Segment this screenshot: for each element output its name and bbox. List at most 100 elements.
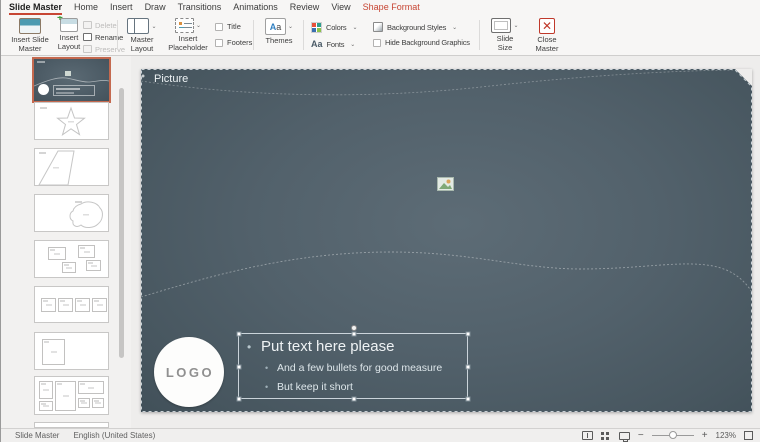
zoom-in-button[interactable]: + xyxy=(702,431,708,441)
delete-icon xyxy=(83,21,92,29)
themes-button[interactable]: Aa ⌄ Themes xyxy=(259,18,299,46)
bullet-line-1[interactable]: • Put text here please xyxy=(247,337,394,357)
bullet-icon: • xyxy=(265,361,277,375)
chevron-down-icon: ⌄ xyxy=(452,24,457,31)
ribbon: Insert Slide Master Insert Layout Delete… xyxy=(1,16,760,56)
zoom-out-button[interactable]: − xyxy=(638,431,644,441)
text-placeholder[interactable]: • Put text here please • And a few bulle… xyxy=(238,333,468,399)
tab-view[interactable]: View xyxy=(331,0,350,16)
insert-placeholder-button[interactable]: ⌄ Insert Placeholder xyxy=(164,18,212,52)
slide-thumbnail-four-boxes-layout[interactable] xyxy=(34,240,109,278)
resize-handle-middle-left[interactable] xyxy=(237,365,242,370)
fit-to-window-icon[interactable] xyxy=(744,431,753,440)
ribbon-separator xyxy=(117,20,118,50)
slideshow-view-icon[interactable] xyxy=(619,432,630,440)
slide-thumbnail-grid-layout[interactable] xyxy=(34,376,109,415)
background-styles-button[interactable]: Background Styles ⌄ xyxy=(373,22,470,32)
resize-handle-middle-right[interactable] xyxy=(466,365,471,370)
zoom-level[interactable]: 123% xyxy=(716,431,736,440)
tab-draw[interactable]: Draw xyxy=(145,0,166,16)
rename-button[interactable]: Rename xyxy=(83,31,125,43)
background-styles-icon xyxy=(373,22,383,32)
resize-handle-bottom-center[interactable] xyxy=(352,397,357,402)
bullet-text: But keep it short xyxy=(277,380,353,394)
tab-insert[interactable]: Insert xyxy=(110,0,133,16)
preserve-button: Preserve xyxy=(83,43,125,55)
insert-layout-label: Insert Layout xyxy=(58,34,81,51)
chevron-down-icon: ⌄ xyxy=(352,24,357,31)
logo-placeholder[interactable]: LOGO xyxy=(154,337,224,407)
insert-slide-master-button[interactable]: Insert Slide Master xyxy=(7,18,53,53)
insert-layout-button[interactable]: Insert Layout xyxy=(53,18,85,51)
slide-thumbnail-single-box-layout[interactable] xyxy=(34,332,109,370)
normal-view-icon[interactable] xyxy=(582,431,593,440)
slide-thumbnail-blob-layout[interactable] xyxy=(34,194,109,232)
hide-background-graphics-label: Hide Background Graphics xyxy=(385,38,470,47)
master-layout-button[interactable]: ⌄ Master Layout xyxy=(120,18,164,53)
slide-size-button[interactable]: ⌄ Slide Size xyxy=(487,18,523,52)
sidebar-scrollbar[interactable] xyxy=(119,88,124,358)
slide-thumbnail-star-layout[interactable] xyxy=(34,102,109,140)
chevron-down-icon: ⌄ xyxy=(350,41,355,48)
slide-thumbnail-master[interactable] xyxy=(32,57,111,103)
zoom-slider[interactable] xyxy=(652,435,694,436)
tab-shape-format[interactable]: Shape Format xyxy=(363,0,420,16)
tab-home[interactable]: Home xyxy=(74,0,98,16)
picture-content-icon[interactable] xyxy=(437,177,454,191)
slide-thumbnail-trapezoid-layout[interactable] xyxy=(34,148,109,186)
insert-placeholder-icon xyxy=(175,18,194,33)
zoom-slider-thumb[interactable] xyxy=(669,431,677,439)
rotation-handle[interactable] xyxy=(351,325,357,331)
close-master-label: Close Master xyxy=(536,36,559,53)
chevron-down-icon: ⌄ xyxy=(513,22,518,29)
background-styles-label: Background Styles xyxy=(387,23,446,32)
tab-review[interactable]: Review xyxy=(290,0,320,16)
status-language[interactable]: English (United States) xyxy=(73,431,155,440)
hide-background-graphics-row[interactable]: Hide Background Graphics xyxy=(373,38,470,47)
resize-handle-bottom-right[interactable] xyxy=(466,397,471,402)
resize-handle-top-center[interactable] xyxy=(352,332,357,337)
footers-checkbox[interactable] xyxy=(215,39,223,47)
ribbon-separator xyxy=(253,20,254,50)
blob-shape xyxy=(35,195,110,233)
colors-button[interactable]: Colors ⌄ xyxy=(311,22,358,33)
ribbon-separator xyxy=(303,20,304,50)
slide-thumbnail-row-layout[interactable] xyxy=(34,286,109,323)
tab-animations[interactable]: Animations xyxy=(233,0,278,16)
fonts-icon: Aa xyxy=(311,39,323,50)
fonts-label: Fonts xyxy=(327,40,345,49)
colors-label: Colors xyxy=(326,23,346,32)
background-wave-middle xyxy=(141,252,752,297)
resize-handle-top-left[interactable] xyxy=(237,332,242,337)
background-wave-top xyxy=(141,70,733,95)
hide-background-graphics-checkbox[interactable] xyxy=(373,39,381,47)
insert-layout-icon xyxy=(60,18,78,32)
master-layout-label: Master Layout xyxy=(131,36,154,53)
colors-icon xyxy=(311,22,322,33)
title-checkbox-row[interactable]: Title xyxy=(215,22,252,31)
status-view-name: Slide Master xyxy=(15,431,59,440)
fonts-button[interactable]: Aa Fonts ⌄ xyxy=(311,39,358,50)
themes-label: Themes xyxy=(265,37,292,46)
resize-handle-top-right[interactable] xyxy=(466,332,471,337)
tab-transitions[interactable]: Transitions xyxy=(178,0,222,16)
delete-button: Delete xyxy=(83,19,125,31)
bullet-line-2[interactable]: • And a few bullets for good measure xyxy=(265,361,442,375)
ribbon-separator xyxy=(479,20,480,50)
trapezoid-shape xyxy=(35,149,110,187)
close-master-button[interactable]: ✕ Close Master xyxy=(529,18,565,53)
thumbnail-textbox xyxy=(53,85,95,96)
preserve-icon xyxy=(83,45,92,53)
slide-sorter-view-icon[interactable] xyxy=(601,431,611,440)
slide-master-editor[interactable]: Picture LOGO • Put text here please • An… xyxy=(141,69,752,412)
bullet-text: And a few bullets for good measure xyxy=(277,361,442,375)
thumbnail-logo-circle xyxy=(38,84,49,95)
footers-checkbox-row[interactable]: Footers xyxy=(215,38,252,47)
insert-slide-master-icon xyxy=(19,18,41,34)
bullet-text: Put text here please xyxy=(261,337,394,357)
title-checkbox[interactable] xyxy=(215,23,223,31)
tab-slide-master[interactable]: Slide Master xyxy=(9,0,62,16)
bullet-line-3[interactable]: • But keep it short xyxy=(265,380,353,394)
picture-placeholder-label: Picture xyxy=(154,73,188,85)
resize-handle-bottom-left[interactable] xyxy=(237,397,242,402)
